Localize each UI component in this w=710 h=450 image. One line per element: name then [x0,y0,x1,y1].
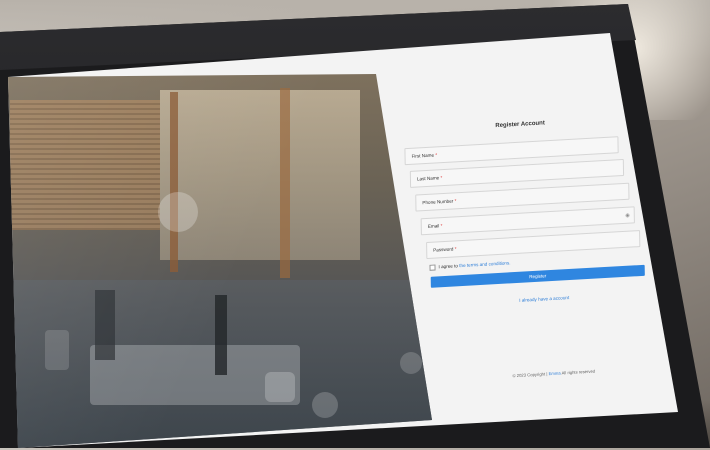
eye-icon[interactable]: ◉ [625,213,629,219]
copyright-text: © 2023 Copyright | Emma All rights reser… [512,368,596,379]
photo-frame-bar [170,92,178,272]
photo-bokeh [265,372,295,402]
phone-number-label: Phone Number * [422,198,457,206]
last-name-label: Last Name * [416,175,443,182]
photo-window [160,90,360,260]
last-name-field[interactable]: Last Name * [409,158,625,188]
register-form: Register Account First Name * Last Name … [404,111,645,394]
email-label: Email * [427,223,443,229]
photo-bokeh [312,392,338,418]
terms-text: I agree to the terms and conditions. [438,260,511,270]
photo-frame-bar [280,88,290,278]
photo-chair [95,290,115,360]
password-field[interactable]: Password * [426,230,641,259]
register-button[interactable]: Register [430,264,645,288]
password-label: Password * [433,246,457,253]
photo-bokeh [45,330,69,370]
first-name-label: First Name * [411,152,438,159]
terms-link[interactable]: the terms and conditions. [459,260,510,268]
email-field[interactable]: Email * ◉ [420,206,635,236]
login-link[interactable]: I already have a account [519,295,569,303]
phone-number-field[interactable]: Phone Number * [415,182,630,212]
photo-chair [215,295,227,375]
photo-bokeh [158,192,198,232]
photo-blinds [10,100,160,230]
terms-checkbox[interactable] [429,264,436,271]
